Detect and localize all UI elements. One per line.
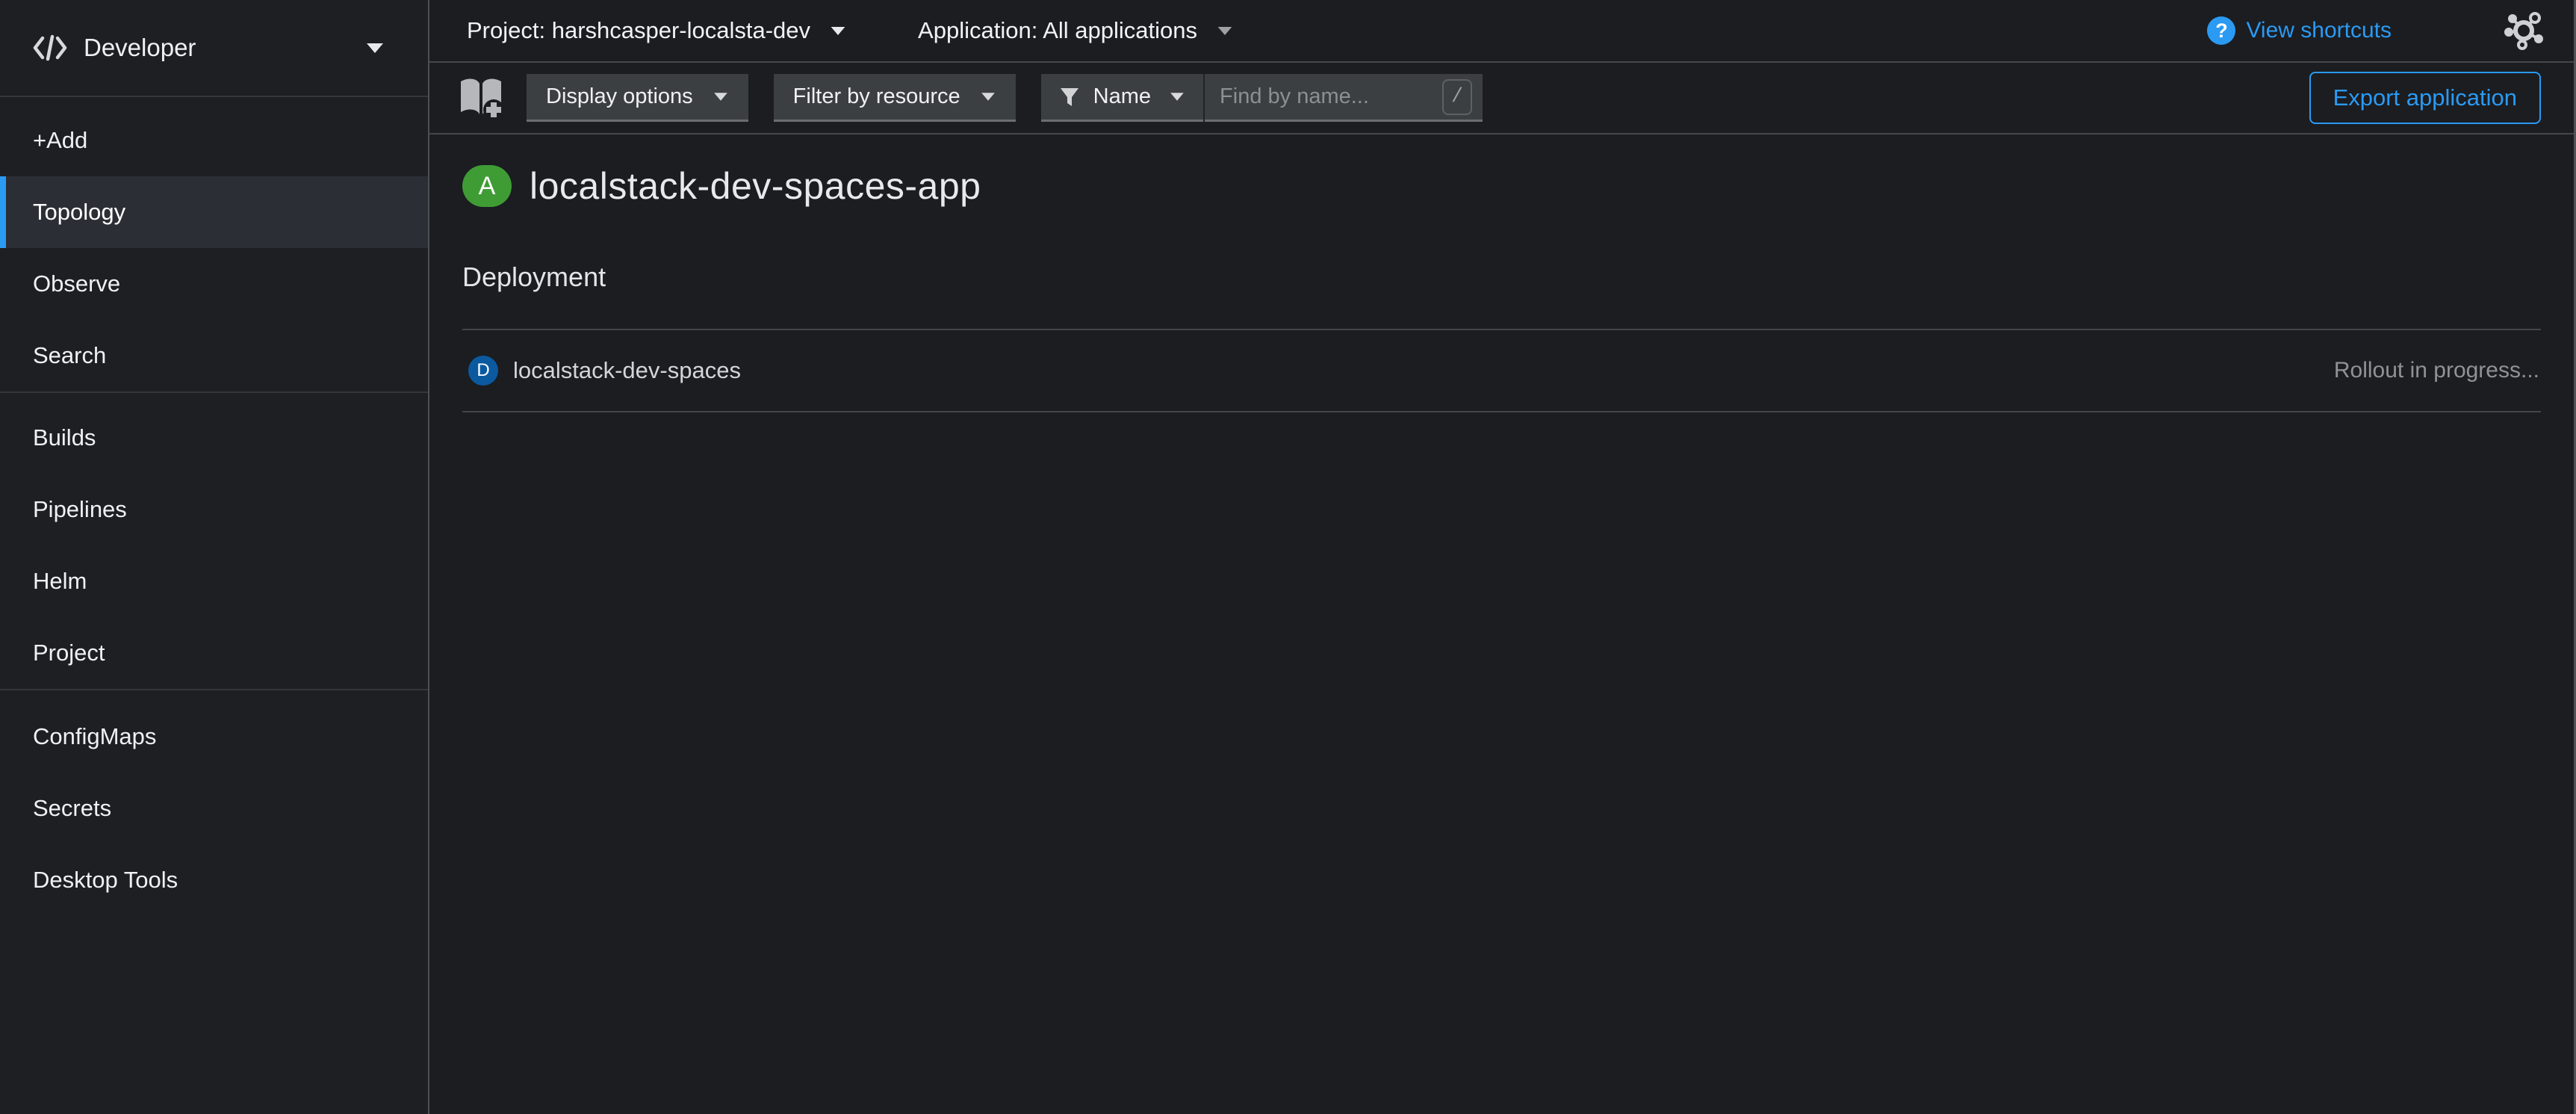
topology-list-view: A localstack-dev-spaces-app Deployment D… — [429, 134, 2574, 1114]
view-shortcuts-label: View shortcuts — [2246, 18, 2392, 43]
display-options-dropdown[interactable]: Display options — [527, 74, 748, 122]
sidebar-item-helm[interactable]: Helm — [0, 545, 428, 617]
book-plus-icon — [456, 75, 506, 120]
deployment-badge: D — [468, 356, 498, 386]
find-by-name-box: / — [1205, 74, 1483, 122]
caret-down-icon — [1170, 93, 1184, 100]
name-filter-group: Name / — [1041, 74, 1483, 122]
application-switcher[interactable]: Application: All applications — [918, 17, 1233, 44]
sidebar-item-search[interactable]: Search — [0, 320, 428, 392]
project-switcher[interactable]: Project: harshcasper-localsta-dev — [467, 17, 846, 44]
resource-status-text: Rollout in progress... — [2334, 358, 2539, 383]
export-application-button[interactable]: Export application — [2309, 72, 2541, 124]
caret-down-icon — [981, 93, 995, 100]
code-icon — [33, 34, 67, 62]
project-switcher-label: Project: harshcasper-localsta-dev — [467, 17, 810, 44]
find-by-name-input[interactable] — [1220, 84, 1442, 109]
caret-down-icon — [1218, 26, 1232, 34]
filter-by-resource-dropdown[interactable]: Filter by resource — [774, 74, 1016, 122]
application-group-header: A localstack-dev-spaces-app — [462, 164, 2541, 208]
filter-type-label: Name — [1093, 84, 1151, 109]
view-shortcuts-link[interactable]: ? View shortcuts — [2207, 16, 2392, 45]
application-name: localstack-dev-spaces-app — [530, 164, 981, 208]
sidebar-item-configmaps[interactable]: ConfigMaps — [0, 701, 428, 773]
perspective-switcher[interactable]: Developer — [0, 0, 428, 97]
filter-type-dropdown[interactable]: Name — [1041, 74, 1203, 122]
sidebar: Developer +Add Topology Observe Search B… — [0, 0, 428, 1114]
slash-shortcut-key: / — [1442, 79, 1472, 115]
topology-graph-icon — [2504, 10, 2547, 51]
sidebar-item-add[interactable]: +Add — [0, 105, 428, 176]
quick-search-button[interactable] — [456, 75, 506, 120]
caret-down-icon — [367, 43, 383, 53]
sidebar-item-desktop-tools[interactable]: Desktop Tools — [0, 844, 428, 916]
main-area: Project: harshcasper-localsta-dev Applic… — [428, 0, 2576, 1114]
application-badge: A — [462, 165, 512, 207]
sidebar-item-topology[interactable]: Topology — [0, 176, 428, 248]
display-options-label: Display options — [546, 84, 693, 109]
topology-toolbar: Display options Filter by resource Name … — [429, 63, 2574, 134]
application-switcher-label: Application: All applications — [918, 17, 1197, 44]
perspective-label: Developer — [84, 34, 367, 62]
resource-list: D localstack-dev-spaces Rollout in progr… — [462, 329, 2541, 412]
filter-by-resource-label: Filter by resource — [793, 84, 960, 109]
sidebar-item-pipelines[interactable]: Pipelines — [0, 474, 428, 545]
sidebar-item-builds[interactable]: Builds — [0, 402, 428, 474]
context-bar: Project: harshcasper-localsta-dev Applic… — [429, 0, 2574, 63]
question-circle-icon: ? — [2207, 16, 2235, 45]
topology-view-toggle-button[interactable] — [2504, 10, 2547, 51]
sidebar-item-observe[interactable]: Observe — [0, 248, 428, 320]
sidebar-nav: +Add Topology Observe Search Builds Pipe… — [0, 97, 428, 1114]
table-row[interactable]: D localstack-dev-spaces Rollout in progr… — [462, 329, 2541, 412]
resource-kind-heading: Deployment — [462, 262, 2541, 293]
sidebar-item-secrets[interactable]: Secrets — [0, 773, 428, 844]
caret-down-icon — [714, 93, 727, 100]
caret-down-icon — [831, 26, 845, 34]
resource-name-link[interactable]: localstack-dev-spaces — [513, 357, 741, 384]
sidebar-item-project[interactable]: Project — [0, 617, 428, 689]
funnel-icon — [1059, 87, 1080, 108]
